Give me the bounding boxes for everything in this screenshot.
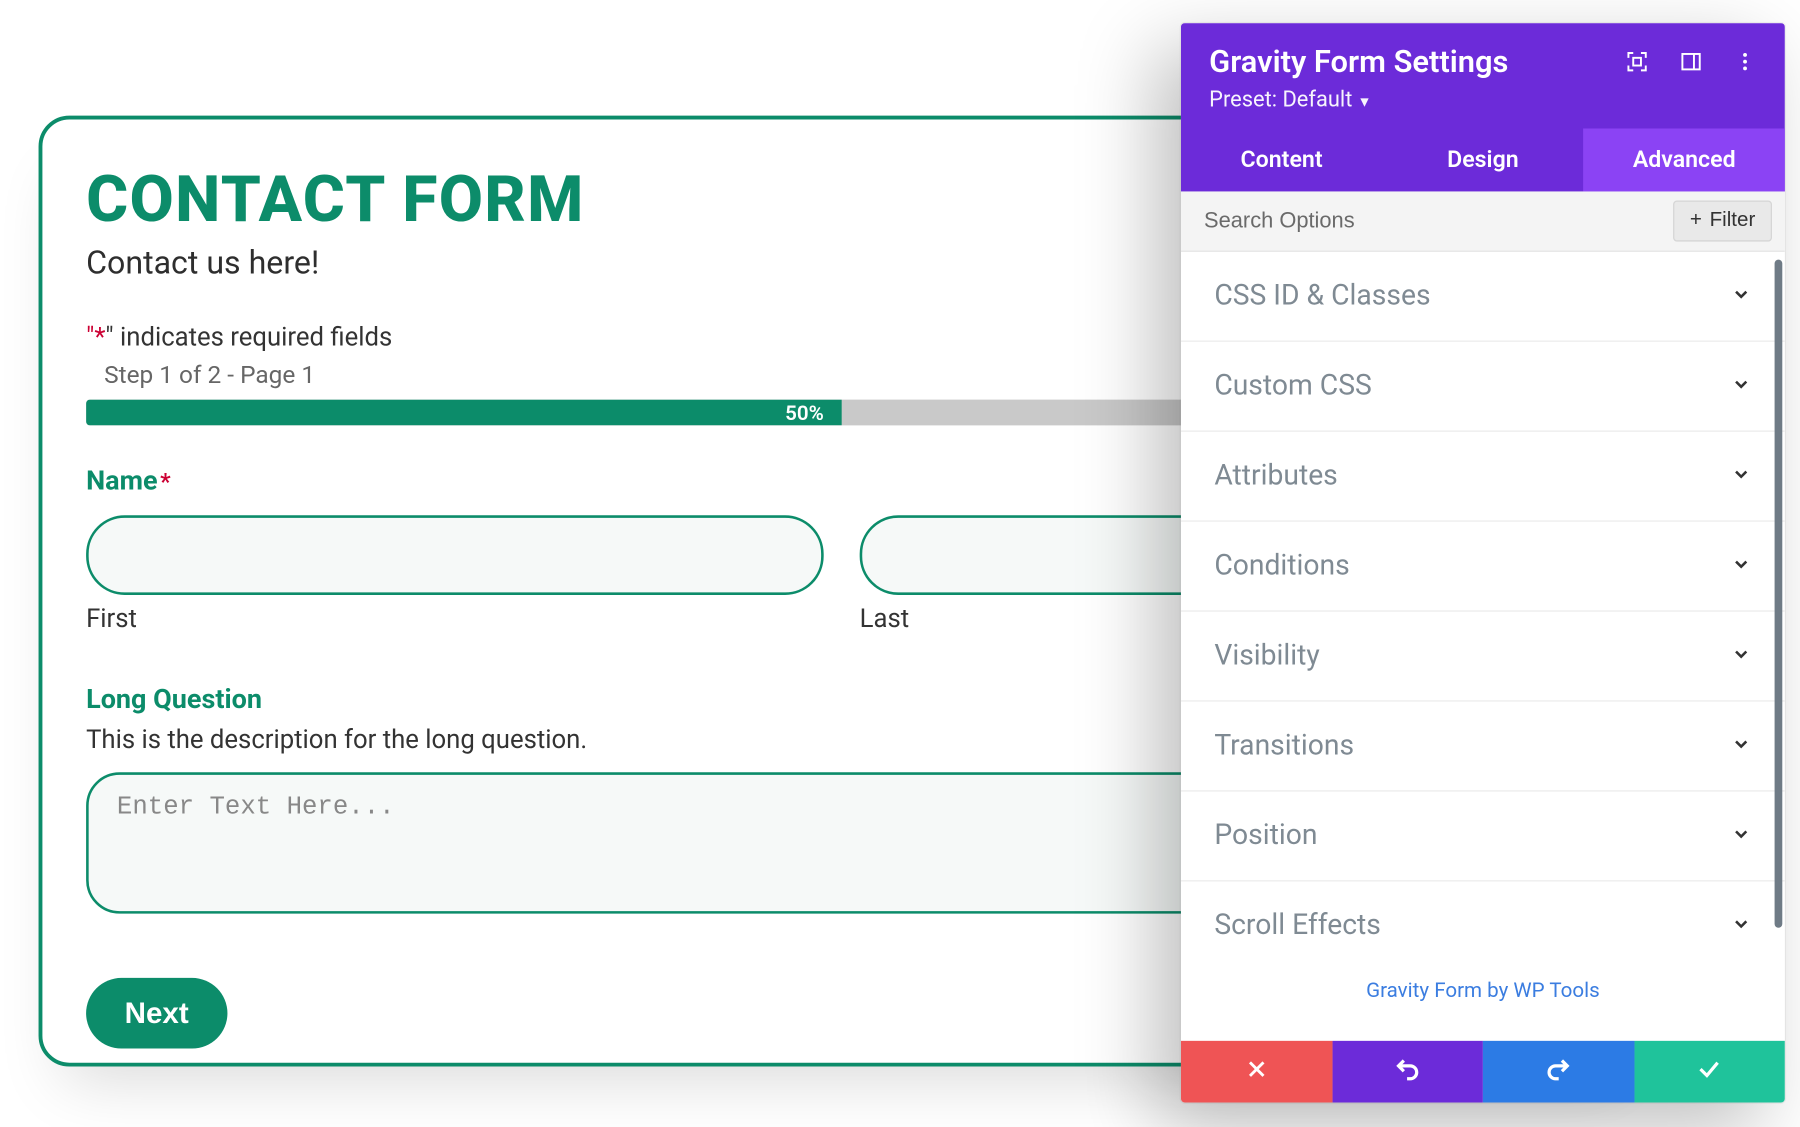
chevron-down-icon [1731, 373, 1752, 399]
progress-label: 50% [785, 400, 824, 426]
chevron-down-icon [1731, 823, 1752, 849]
expand-icon[interactable] [1626, 50, 1649, 73]
redo-button[interactable] [1483, 1041, 1634, 1103]
section-attributes[interactable]: Attributes [1181, 432, 1785, 522]
chevron-down-icon [1731, 283, 1752, 309]
close-button[interactable] [1181, 1041, 1332, 1103]
first-name-label: First [86, 603, 824, 634]
section-conditions[interactable]: Conditions [1181, 522, 1785, 612]
confirm-button[interactable] [1634, 1041, 1785, 1103]
section-visibility[interactable]: Visibility [1181, 612, 1785, 702]
tab-design[interactable]: Design [1382, 129, 1583, 192]
chevron-down-icon [1731, 553, 1752, 579]
search-row: + Filter [1181, 191, 1785, 251]
section-position[interactable]: Position [1181, 792, 1785, 882]
filter-button[interactable]: + Filter [1673, 200, 1772, 241]
undo-button[interactable] [1332, 1041, 1483, 1103]
close-icon [1245, 1057, 1268, 1087]
preset-dropdown[interactable]: Preset: Default▼ [1209, 87, 1756, 113]
section-css-id-classes[interactable]: CSS ID & Classes [1181, 252, 1785, 342]
columns-icon[interactable] [1679, 50, 1702, 73]
section-transitions[interactable]: Transitions [1181, 702, 1785, 792]
panel-title: Gravity Form Settings [1209, 44, 1508, 80]
chevron-down-icon [1731, 913, 1752, 939]
sections-list[interactable]: CSS ID & Classes Custom CSS Attributes C… [1181, 252, 1785, 1041]
footer-link[interactable]: Gravity Form by WP Tools [1181, 970, 1785, 1002]
chevron-down-icon [1731, 733, 1752, 759]
redo-icon [1546, 1056, 1572, 1088]
settings-panel: Gravity Form Settings Preset: Default▼ [1181, 23, 1785, 1102]
chevron-down-icon [1731, 643, 1752, 669]
panel-actions [1181, 1041, 1785, 1103]
first-name-input[interactable] [86, 515, 824, 595]
tab-content[interactable]: Content [1181, 129, 1382, 192]
chevron-down-icon [1731, 463, 1752, 489]
check-icon [1697, 1056, 1723, 1088]
section-scroll-effects[interactable]: Scroll Effects [1181, 882, 1785, 971]
next-button[interactable]: Next [86, 978, 227, 1049]
scrollbar[interactable] [1775, 260, 1783, 928]
plus-icon: + [1690, 209, 1702, 232]
progress-fill [86, 400, 842, 426]
undo-icon [1395, 1056, 1421, 1088]
panel-header: Gravity Form Settings Preset: Default▼ [1181, 23, 1785, 128]
tab-advanced[interactable]: Advanced [1584, 129, 1785, 192]
more-icon[interactable] [1733, 50, 1756, 73]
search-input[interactable] [1181, 191, 1673, 250]
panel-tabs: Content Design Advanced [1181, 129, 1785, 192]
section-custom-css[interactable]: Custom CSS [1181, 342, 1785, 432]
